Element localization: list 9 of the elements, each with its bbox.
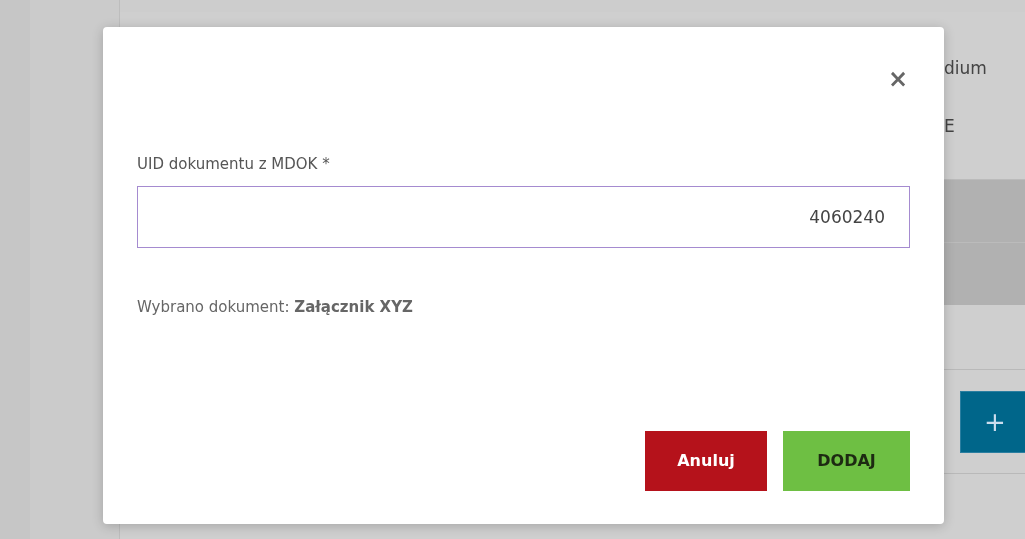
cancel-button[interactable]: Anuluj (645, 431, 767, 491)
add-button[interactable]: + (960, 391, 1025, 453)
selected-document-text: Wybrano dokument: Załącznik XYZ (137, 296, 414, 318)
close-button[interactable]: × (885, 67, 910, 91)
background-text: E (944, 115, 955, 139)
field-label: UID dokumentu z MDOK * (137, 154, 331, 175)
uid-input-field[interactable]: 4060240 (137, 185, 910, 248)
add-button[interactable]: DODAJ (783, 431, 910, 491)
background-text: dium (944, 57, 987, 81)
